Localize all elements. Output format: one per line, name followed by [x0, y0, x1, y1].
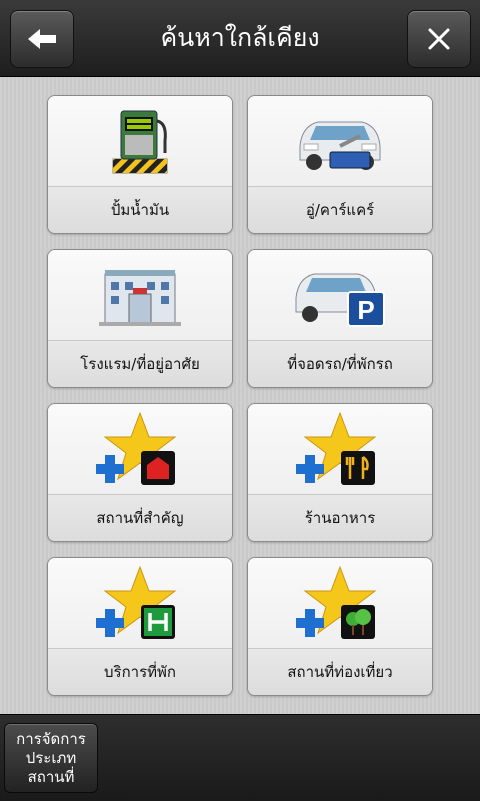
category-hotel[interactable]: โรงแรม/ที่อยู่อาศัย [47, 249, 233, 388]
category-label: โรงแรม/ที่อยู่อาศัย [48, 340, 232, 387]
parking-icon: P [295, 273, 385, 327]
tourism-add-icon [296, 565, 377, 639]
category-grid: ปั้มน้ำมัน อู่/คาร์แคร์ โรงแรม/ที่อยู่อา… [0, 77, 480, 714]
category-tourism[interactable]: สถานที่ท่องเที่ยว [247, 557, 433, 696]
category-label: สถานที่ท่องเที่ยว [248, 648, 432, 695]
manage-place-types-button[interactable]: การจัดการ ประเภท สถานที่ [4, 723, 98, 793]
fuel-pump-icon [112, 110, 168, 174]
category-car-repair[interactable]: อู่/คาร์แคร์ [247, 95, 433, 234]
back-arrow-icon [28, 29, 56, 49]
category-restaurant[interactable]: ร้านอาหาร [247, 403, 433, 542]
manage-label-line2: ประเภท [25, 748, 77, 767]
bottom-bar: การจัดการ ประเภท สถานที่ [0, 714, 480, 801]
car-repair-icon [299, 121, 381, 170]
close-icon [428, 28, 450, 50]
lodging-add-icon [96, 565, 177, 639]
svg-text:P: P [357, 295, 374, 325]
manage-label-line1: การจัดการ [16, 729, 86, 748]
back-button[interactable] [10, 10, 74, 68]
category-label: ร้านอาหาร [248, 494, 432, 541]
category-label: สถานที่สำคัญ [48, 494, 232, 541]
category-label: ปั้มน้ำมัน [48, 186, 232, 233]
hotel-icon [99, 270, 181, 326]
category-lodging[interactable]: บริการที่พัก [47, 557, 233, 696]
close-button[interactable] [407, 10, 471, 68]
landmark-add-icon [96, 411, 177, 485]
category-label: บริการที่พัก [48, 648, 232, 695]
category-landmark[interactable]: สถานที่สำคัญ [47, 403, 233, 542]
manage-label-line3: สถานที่ [27, 767, 75, 786]
title-bar: ค้นหาใกล้เคียง [0, 0, 480, 77]
category-label: อู่/คาร์แคร์ [248, 186, 432, 233]
category-parking[interactable]: P ที่จอดรถ/ที่พักรถ [247, 249, 433, 388]
page-title: ค้นหาใกล้เคียง [160, 23, 320, 52]
category-fuel-station[interactable]: ปั้มน้ำมัน [47, 95, 233, 234]
category-label: ที่จอดรถ/ที่พักรถ [248, 340, 432, 387]
restaurant-add-icon [296, 411, 377, 485]
